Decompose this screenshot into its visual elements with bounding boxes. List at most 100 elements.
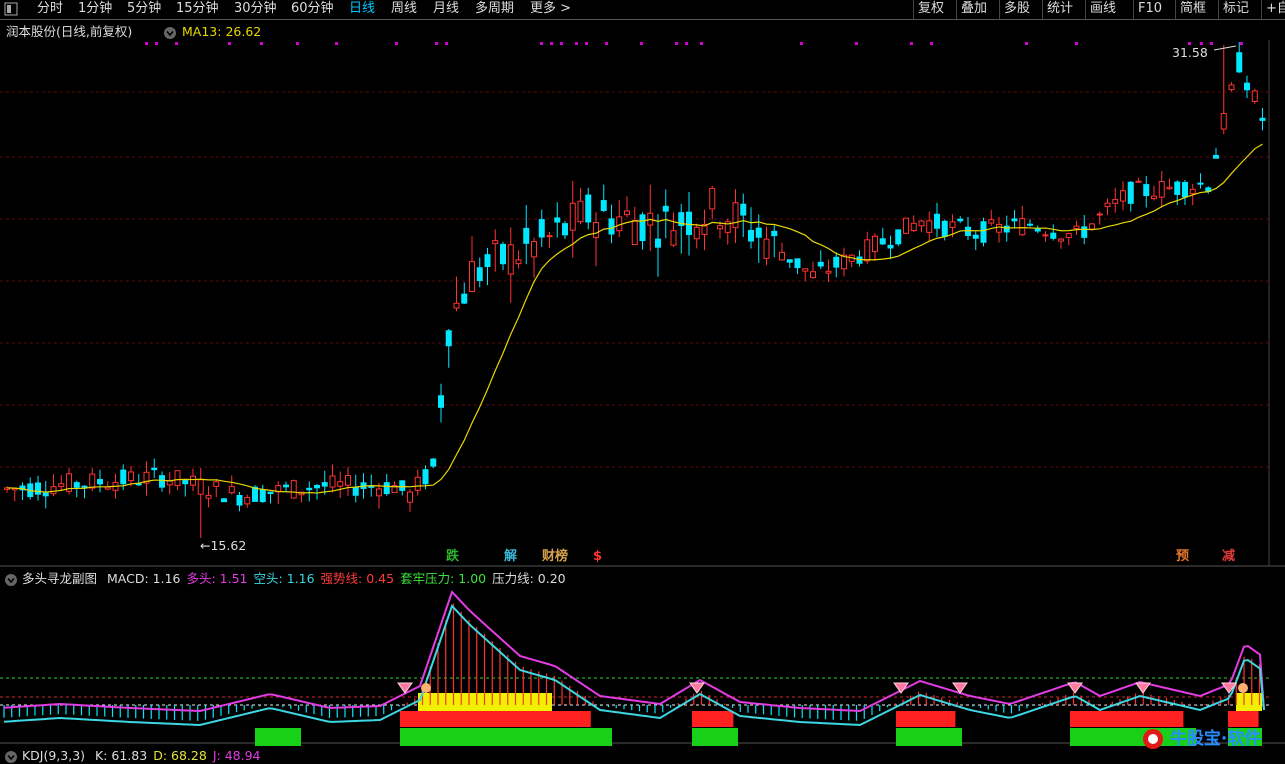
candle-body [624,210,630,216]
candle-body [538,219,545,238]
low-price-label: ←15.62 [200,538,247,553]
indicator-readout: D: 68.28 [153,748,207,763]
candle-body [810,271,816,279]
candle-body [709,187,716,210]
candle-body [732,202,739,229]
candle-body [461,293,468,304]
candle-body [693,226,700,240]
candle-body [205,494,212,499]
candle-body [306,487,313,491]
signal-dot [1075,42,1078,45]
signal-dot [675,42,678,45]
candle-body [1073,225,1080,230]
candle-body [631,219,638,246]
candle-body [500,243,506,265]
candle-body [1096,213,1103,216]
event-marker[interactable]: 预 [1176,549,1189,565]
candle-body [1213,154,1219,159]
candle-body [174,470,181,487]
candle-body [957,218,964,222]
candle-body [887,244,894,249]
kdj-name: KDJ(9,3,3) [21,748,86,763]
candle-body [934,213,940,229]
candle-body [1081,226,1088,238]
signal-dot [575,42,578,45]
kdj-header: KDJ(9,3,3) K: 61.83 D: 68.28 J: 48.94 [4,748,260,764]
candle-body [949,221,956,228]
event-marker[interactable]: 财榜 [542,549,568,565]
indicator-readout: 套牢压力: 1.00 [400,571,487,586]
candle-body [639,214,646,242]
strong-line-bar [400,711,591,727]
candle-body [190,475,196,486]
bull-bar [1236,693,1262,711]
candle-body [926,220,933,233]
candle-body [1174,181,1181,195]
indicator-readout: 多头: 1.51 [186,571,248,586]
event-marker[interactable]: 跌 [446,549,459,565]
candle-body [1019,218,1026,236]
indicator-name: 多头寻龙副图 [21,571,97,586]
collapse-icon[interactable] [4,750,18,764]
candle-body [1182,182,1188,198]
strong-line-bar [1228,711,1259,727]
candle-body [1197,182,1204,185]
candle-body [81,485,88,488]
candle-body [1065,233,1072,239]
collapse-icon[interactable] [163,24,177,40]
candle-body [585,194,592,223]
candle-body [1259,117,1266,121]
candle-body [965,226,971,236]
trap-pressure-bar [896,728,962,746]
candle-body [259,489,266,503]
candle-body [988,219,995,224]
event-marker[interactable]: $ [593,549,602,565]
trap-pressure-bar [400,728,612,746]
signal-dot [550,42,553,45]
candle-body [1127,181,1134,204]
kline-chart[interactable] [0,0,1285,763]
chart-title: 润本股份(日线,前复权) [6,24,133,39]
candle-body [438,395,444,408]
signal-dot [640,42,643,45]
candle-body [97,479,103,485]
ma13-readout: MA13: 26.62 [182,24,262,39]
candle-body [895,229,902,245]
candle-body [492,240,499,245]
candle-body [1166,186,1173,190]
event-marker[interactable]: 减 [1222,549,1235,565]
candle-body [453,302,460,309]
collapse-icon[interactable] [4,573,18,587]
event-marker[interactable]: 解 [504,549,517,565]
candle-body [562,223,568,236]
candle-body [655,238,661,248]
signal-dot [685,42,688,45]
candle-body [972,234,979,239]
candle-body [1058,238,1064,242]
candle-body [717,225,723,230]
candle-body [817,261,824,267]
signal-dot [155,42,158,45]
candle-body [608,218,615,235]
candle-body [748,229,754,242]
bear-line [3,604,1265,727]
hand-signal-icon [421,683,431,693]
candle-body [1143,184,1150,197]
candle-body [1112,199,1119,204]
candle-body [1104,202,1111,208]
signal-dot [228,42,231,45]
signal-dot [1210,42,1213,45]
candle-body [1251,90,1258,103]
candle-body [903,217,909,234]
candle-body [593,222,599,238]
candle-body [786,259,793,263]
candle-body [1042,234,1049,237]
candle-body [159,475,165,488]
candle-body [213,481,220,487]
signal-dot [395,42,398,45]
signal-dot [296,42,299,45]
candle-body [546,235,553,238]
candle-body [267,491,274,495]
candle-body [1011,218,1018,222]
indicator-readout: 压力线: 0.20 [492,571,566,586]
